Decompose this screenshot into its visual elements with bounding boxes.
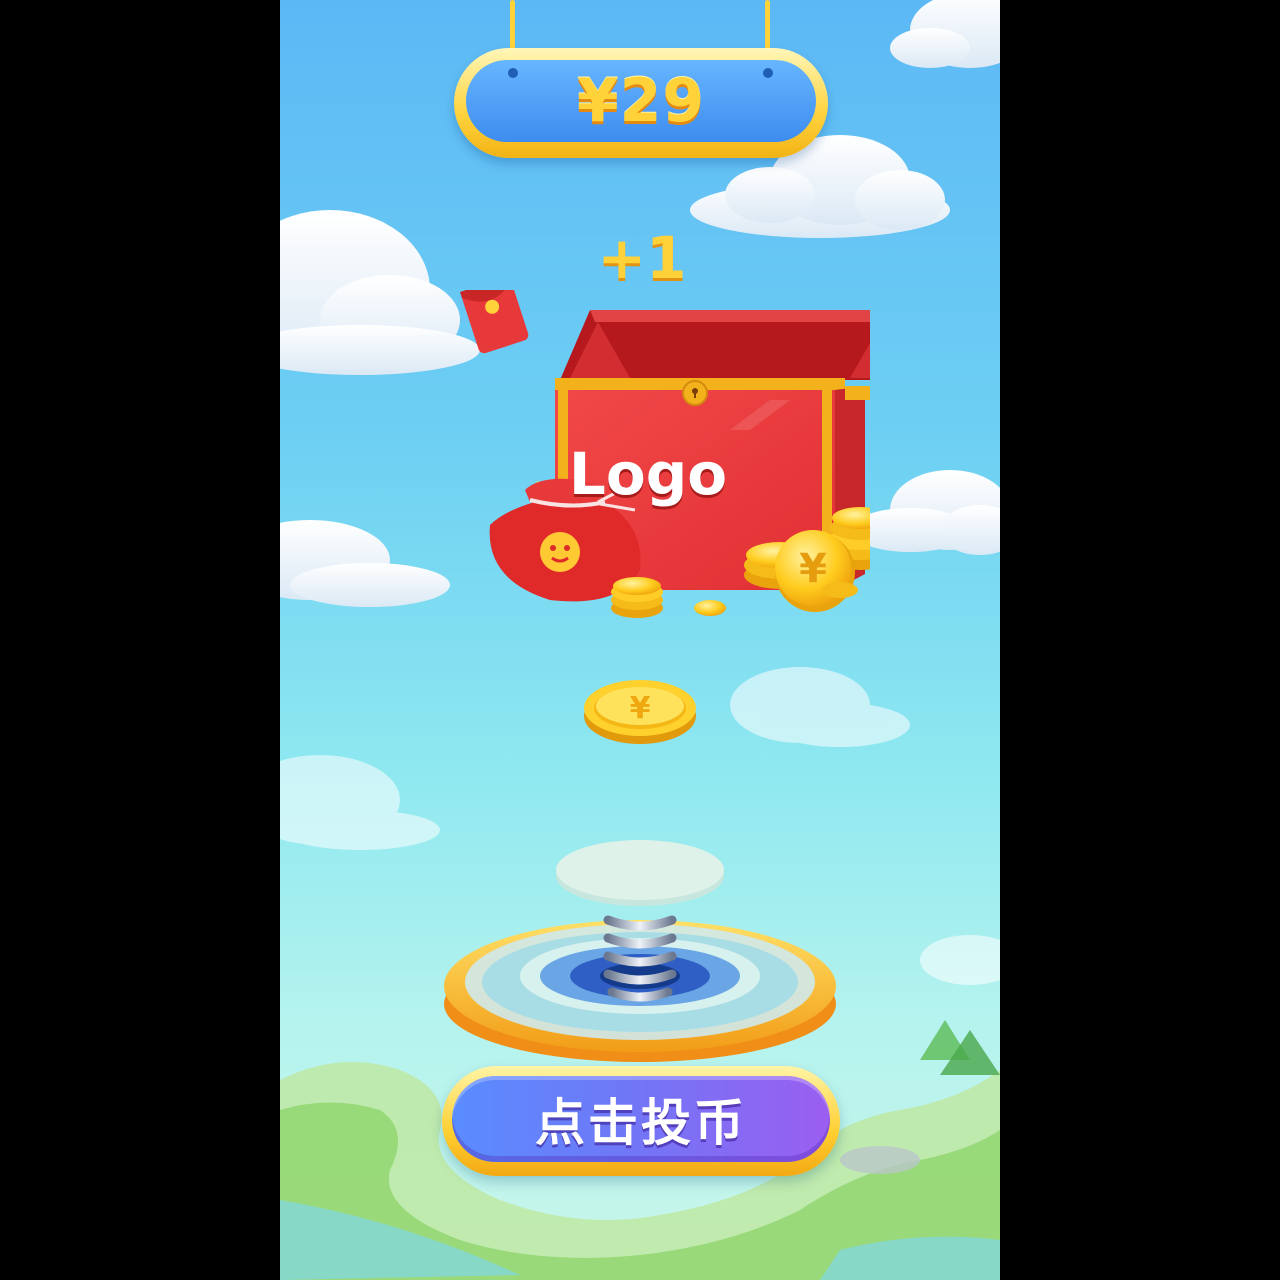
svg-text:¥: ¥ [799, 546, 827, 592]
sign-hook-left [508, 68, 518, 78]
yuan-coin-icon: ¥ [584, 680, 696, 744]
insert-coin-button-face[interactable]: 点击投币 [452, 1076, 830, 1162]
balance-sign: ¥29 [454, 48, 828, 158]
spring-launcher-icon [444, 840, 836, 1062]
sign-hook-right [763, 68, 773, 78]
game-screen: ¥29 +1 ¥ Logo ¥ 点击投币 [280, 0, 1000, 1280]
chest-logo-text: Logo [568, 440, 728, 508]
insert-coin-button[interactable]: 点击投币 [442, 1066, 840, 1176]
reward-increment: +1 [597, 224, 687, 292]
svg-text:¥: ¥ [630, 691, 651, 726]
insert-coin-button-label: 点击投币 [535, 1094, 747, 1152]
balance-amount: ¥29 [576, 66, 706, 136]
